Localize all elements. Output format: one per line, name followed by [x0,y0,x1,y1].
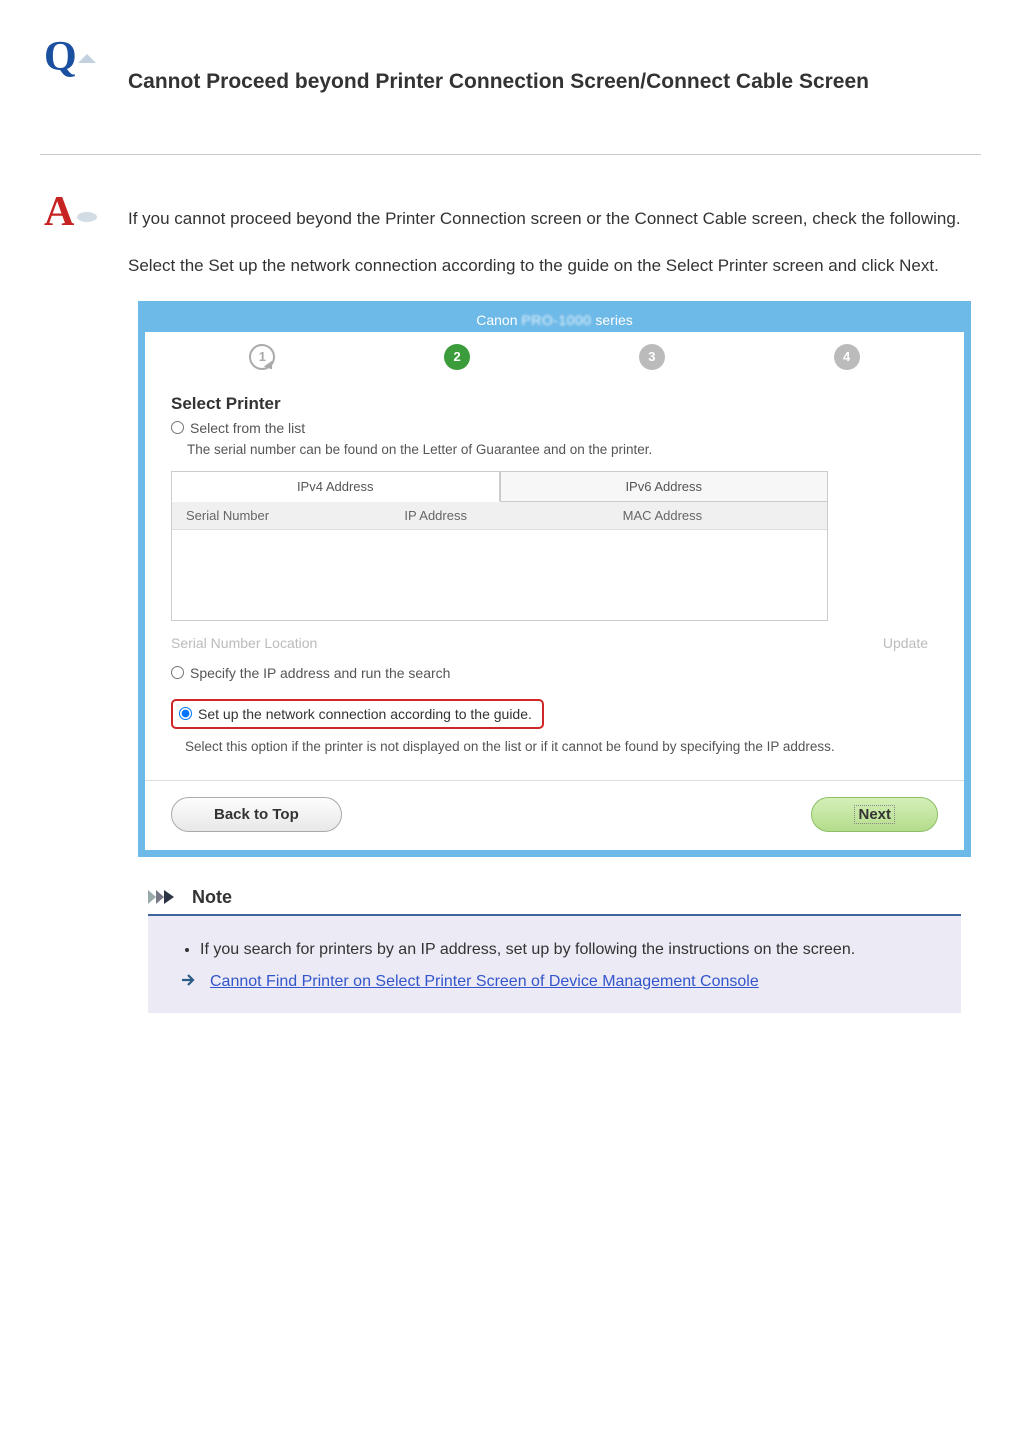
step-4: 4 [834,344,860,370]
note-chevrons-icon [148,888,182,906]
radio-select-list-input[interactable] [171,421,184,434]
question-icon: Q [40,30,98,80]
answer-para-1: If you cannot proceed beyond the Printer… [128,205,981,234]
radio-select-list[interactable]: Select from the list [171,420,938,436]
tab-ipv4[interactable]: IPv4 Address [171,471,500,502]
back-to-top-button[interactable]: Back to Top [171,797,342,832]
screenshot-panel: Canon PRO-1000 series 1 2 3 4 Select Pri… [138,301,971,857]
answer-para-2: Select the Set up the network connection… [128,252,981,281]
svg-text:Q: Q [44,34,77,80]
svg-text:A: A [44,189,75,235]
step-2: 2 [444,344,470,370]
printer-table: Serial Number IP Address MAC Address [171,502,828,621]
answer-icon: A [40,185,98,235]
col-serial: Serial Number [172,502,390,529]
radio-setup-input[interactable] [179,707,192,720]
radio-specify-ip[interactable]: Specify the IP address and run the searc… [171,665,938,681]
note-heading: Note [192,887,232,908]
printer-table-body [172,530,827,620]
arrow-right-icon [182,973,198,991]
ip-tabs: IPv4 Address IPv6 Address [171,471,938,502]
tab-ipv6[interactable]: IPv6 Address [500,471,829,502]
update-link[interactable]: Update [883,635,928,651]
step-1: 1 [249,344,275,370]
serial-hint: The serial number can be found on the Le… [187,442,938,457]
section-divider [40,154,981,155]
screenshot-titlebar: Canon PRO-1000 series [145,308,964,332]
next-button[interactable]: Next [811,797,938,832]
step-3: 3 [639,344,665,370]
note-link[interactable]: Cannot Find Printer on Select Printer Sc… [210,973,759,991]
col-mac: MAC Address [609,502,827,529]
question-title: Cannot Proceed beyond Printer Connection… [128,70,981,94]
wizard-steps: 1 2 3 4 [145,332,964,378]
col-ip: IP Address [390,502,608,529]
note-bullet: If you search for printers by an IP addr… [200,936,933,965]
radio-setup-guide-highlight[interactable]: Set up the network connection according … [171,699,544,729]
radio-specify-input[interactable] [171,666,184,679]
serial-location-link[interactable]: Serial Number Location [171,635,317,651]
setup-description: Select this option if the printer is not… [185,739,938,754]
select-printer-heading: Select Printer [171,394,938,414]
